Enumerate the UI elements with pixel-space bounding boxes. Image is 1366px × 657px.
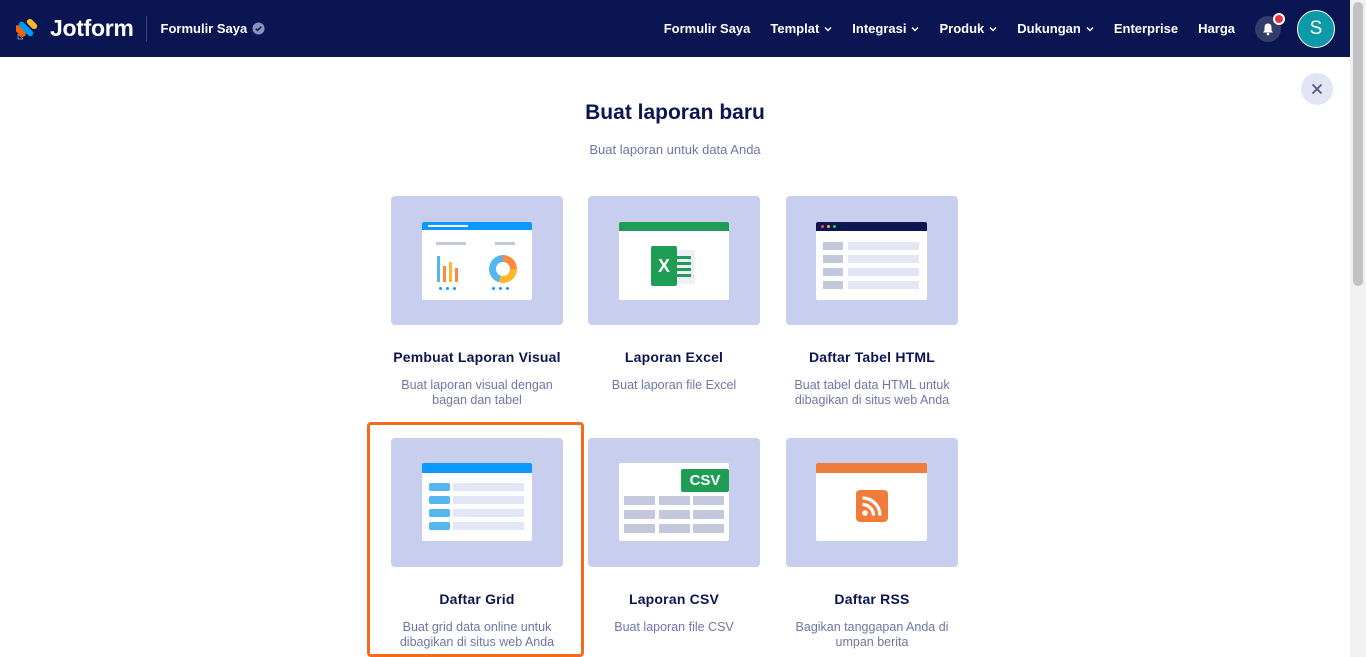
card-description: Buat laporan file CSV bbox=[614, 620, 734, 634]
card-title: Daftar Grid bbox=[439, 591, 515, 607]
card-description: Buat laporan file Excel bbox=[611, 378, 737, 392]
page-subtitle: Buat laporan untuk data Anda bbox=[589, 142, 761, 157]
nav-label: Dukungan bbox=[1017, 21, 1081, 36]
card-title: Daftar Tabel HTML bbox=[808, 349, 936, 365]
my-forms-link[interactable]: Formulir Saya bbox=[161, 21, 266, 36]
card-title: Laporan Excel bbox=[624, 349, 724, 365]
chevron-down-icon bbox=[989, 26, 997, 31]
nav-label: Harga bbox=[1198, 21, 1235, 36]
csv-report-illustration: CSV bbox=[588, 438, 760, 567]
brand[interactable]: Jotform bbox=[14, 15, 134, 42]
card-excel-report[interactable]: X Laporan Excel Buat laporan file Excel bbox=[588, 196, 760, 393]
nav-templat[interactable]: Templat bbox=[770, 21, 832, 36]
chevron-down-icon bbox=[911, 26, 919, 31]
page-scrollbar[interactable] bbox=[1350, 0, 1366, 657]
chevron-down-icon bbox=[824, 26, 832, 31]
csv-badge: CSV bbox=[681, 469, 729, 492]
grid-list-illustration bbox=[391, 438, 563, 567]
card-rss-list[interactable]: Daftar RSS Bagikan tanggapan Anda di ump… bbox=[786, 438, 958, 650]
nav-enterprise[interactable]: Enterprise bbox=[1114, 21, 1178, 36]
nav-dukungan[interactable]: Dukungan bbox=[1017, 21, 1094, 36]
notifications-button[interactable] bbox=[1255, 12, 1285, 42]
nav-label: Formulir Saya bbox=[663, 21, 751, 36]
excel-report-illustration: X bbox=[588, 196, 760, 325]
card-csv-report[interactable]: CSV Laporan CSV Buat laporan file CSV bbox=[588, 438, 760, 635]
bell-icon bbox=[1263, 23, 1273, 35]
card-html-table[interactable]: Daftar Tabel HTML Buat tabel data HTML u… bbox=[786, 196, 958, 408]
nav-harga[interactable]: Harga bbox=[1198, 21, 1235, 36]
card-grid-list[interactable]: Daftar Grid Buat grid data online untuk … bbox=[391, 438, 563, 650]
main-nav: Formulir Saya Templat Integrasi Produk D… bbox=[664, 0, 1350, 57]
excel-icon: X bbox=[651, 246, 695, 286]
chevron-down-icon bbox=[1086, 26, 1094, 31]
nav-formulir-saya[interactable]: Formulir Saya bbox=[664, 21, 751, 36]
nav-produk[interactable]: Produk bbox=[939, 21, 997, 36]
scrollbar-thumb[interactable] bbox=[1353, 2, 1363, 286]
card-description: Buat laporan visual dengan bagan dan tab… bbox=[401, 378, 553, 407]
notification-badge bbox=[1273, 12, 1285, 25]
jotform-logo-icon bbox=[14, 17, 40, 41]
avatar[interactable]: S bbox=[1297, 9, 1335, 48]
rss-list-illustration bbox=[786, 438, 958, 567]
card-title: Laporan CSV bbox=[628, 591, 720, 607]
brand-name: Jotform bbox=[50, 15, 134, 41]
page-title: Buat laporan baru bbox=[585, 101, 765, 124]
card-title: Daftar RSS bbox=[834, 591, 910, 607]
nav-label: Enterprise bbox=[1113, 21, 1179, 36]
close-icon bbox=[1311, 83, 1323, 95]
rss-icon bbox=[856, 490, 888, 522]
svg-text:X: X bbox=[658, 256, 670, 276]
card-visual-report[interactable]: Pembuat Laporan Visual Buat laporan visu… bbox=[391, 196, 563, 408]
my-forms-label: Formulir Saya bbox=[160, 21, 248, 36]
card-description: Bagikan tanggapan Anda di umpan berita bbox=[795, 620, 949, 649]
card-title: Pembuat Laporan Visual bbox=[393, 349, 561, 365]
html-table-illustration bbox=[786, 196, 958, 325]
visual-report-illustration bbox=[391, 196, 563, 325]
nav-label: Templat bbox=[770, 21, 820, 36]
card-description: Buat tabel data HTML untuk dibagikan di … bbox=[794, 378, 950, 407]
brand-divider bbox=[145, 15, 147, 42]
top-navigation-bar: Jotform Formulir Saya Formulir Saya Temp… bbox=[0, 0, 1350, 57]
nav-label: Integrasi bbox=[852, 21, 907, 36]
nav-integrasi[interactable]: Integrasi bbox=[852, 21, 919, 36]
verified-icon bbox=[252, 22, 265, 35]
card-description: Buat grid data online untuk dibagikan di… bbox=[399, 620, 555, 649]
nav-label: Produk bbox=[939, 21, 985, 36]
